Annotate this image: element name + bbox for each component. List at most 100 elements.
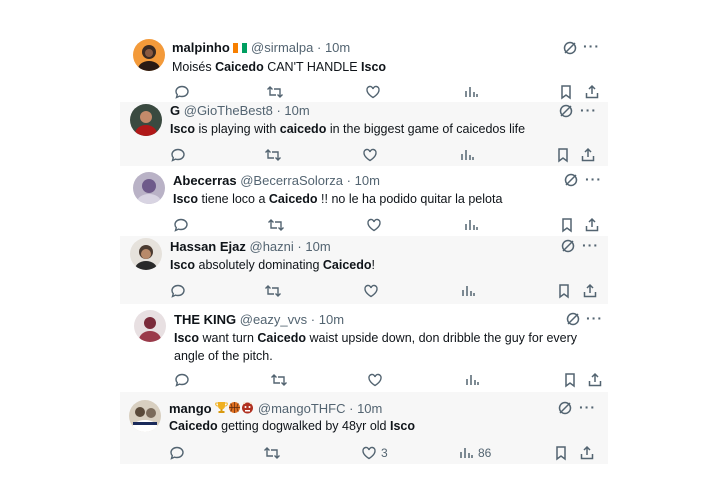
- like-button[interactable]: [362, 146, 382, 164]
- timestamp[interactable]: 10m: [305, 239, 330, 254]
- timestamp[interactable]: 10m: [325, 40, 350, 55]
- views-button[interactable]: [463, 216, 483, 234]
- more-icon[interactable]: ···: [586, 311, 603, 325]
- avatar[interactable]: [130, 104, 162, 136]
- views-button[interactable]: [463, 83, 483, 101]
- reply-button[interactable]: [174, 83, 190, 101]
- like-button[interactable]: [367, 371, 387, 389]
- retweet-button[interactable]: [263, 444, 281, 462]
- display-name[interactable]: mango: [169, 401, 212, 416]
- bookmark-button[interactable]: [562, 371, 578, 389]
- display-name[interactable]: THE KING: [174, 312, 236, 327]
- bookmark-icon: [555, 147, 571, 163]
- share-button[interactable]: [584, 83, 600, 101]
- like-button[interactable]: 3: [361, 444, 388, 462]
- bookmark-button[interactable]: [558, 83, 574, 101]
- grok-icon[interactable]: [563, 172, 579, 188]
- like-button[interactable]: [365, 83, 385, 101]
- reply-icon: [169, 445, 185, 461]
- tweet-card[interactable]: Abecerras @BecerraSolorza · 10m Isco tie…: [120, 166, 608, 236]
- tweet-card[interactable]: mango @mangoTHFC · 10m Caicedo getting d…: [120, 392, 608, 464]
- retweet-button[interactable]: [266, 83, 284, 101]
- handle[interactable]: @sirmalpa: [251, 40, 313, 55]
- handle[interactable]: @GioTheBest8: [184, 103, 273, 118]
- share-button[interactable]: [584, 216, 600, 234]
- share-button[interactable]: [580, 146, 596, 164]
- separator: ·: [310, 312, 316, 327]
- tweet-card[interactable]: malpinho @sirmalpa · 10m Moisés Caicedo …: [120, 28, 608, 102]
- avatar[interactable]: [134, 310, 166, 342]
- like-icon: [362, 147, 378, 163]
- views-button[interactable]: 86: [458, 444, 491, 462]
- more-icon[interactable]: ···: [585, 172, 602, 186]
- share-button[interactable]: [587, 371, 603, 389]
- display-name[interactable]: malpinho: [172, 40, 230, 55]
- bookmark-button[interactable]: [553, 444, 569, 462]
- more-icon[interactable]: ···: [583, 39, 600, 53]
- retweet-button[interactable]: [264, 282, 282, 300]
- grok-icon[interactable]: [557, 400, 573, 416]
- highlighted-name: Isco: [389, 419, 415, 433]
- reply-button[interactable]: [173, 216, 189, 234]
- highlighted-name: Caicedo: [257, 331, 307, 345]
- bookmark-button[interactable]: [556, 282, 572, 300]
- tweet-text: Isco is playing with caicedo in the bigg…: [170, 120, 590, 138]
- views-button[interactable]: [459, 146, 479, 164]
- display-name[interactable]: Hassan Ejaz: [170, 239, 246, 254]
- highlighted-name: Isco: [170, 258, 196, 272]
- more-icon[interactable]: ···: [582, 238, 599, 252]
- handle[interactable]: @BecerraSolorza: [240, 173, 343, 188]
- retweet-icon: [264, 147, 282, 163]
- retweet-button[interactable]: [264, 146, 282, 164]
- reply-button[interactable]: [174, 371, 190, 389]
- share-button[interactable]: [579, 444, 595, 462]
- grok-icon[interactable]: [558, 103, 574, 119]
- tweet-header: G @GioTheBest8 · 10m: [170, 103, 310, 118]
- timestamp[interactable]: 10m: [284, 103, 309, 118]
- bookmark-icon: [553, 445, 569, 461]
- grok-icon[interactable]: [565, 311, 581, 327]
- retweet-icon: [270, 372, 288, 388]
- share-button[interactable]: [582, 282, 598, 300]
- tweet-card[interactable]: Hassan Ejaz @hazni · 10m Isco absolutely…: [120, 236, 608, 304]
- reply-button[interactable]: [170, 282, 186, 300]
- avatar[interactable]: [133, 172, 165, 204]
- like-button[interactable]: [363, 282, 383, 300]
- grok-icon[interactable]: [560, 238, 576, 254]
- tweet-card[interactable]: THE KING @eazy_vvs · 10m Isco want turn …: [120, 304, 608, 392]
- reply-button[interactable]: [169, 444, 185, 462]
- handle[interactable]: @hazni: [250, 239, 294, 254]
- bookmark-button[interactable]: [555, 146, 571, 164]
- more-icon[interactable]: ···: [580, 103, 597, 117]
- share-icon: [580, 147, 596, 163]
- timestamp[interactable]: 10m: [357, 401, 382, 416]
- handle[interactable]: @eazy_vvs: [240, 312, 307, 327]
- highlighted-name: Caicedo: [169, 419, 218, 433]
- retweet-button[interactable]: [270, 371, 288, 389]
- like-icon: [363, 283, 379, 299]
- retweet-icon: [266, 84, 284, 100]
- handle[interactable]: @mangoTHFC: [258, 401, 346, 416]
- tweet-card[interactable]: G @GioTheBest8 · 10m Isco is playing wit…: [120, 102, 608, 166]
- timestamp[interactable]: 10m: [355, 173, 380, 188]
- views-button[interactable]: [460, 282, 480, 300]
- like-count: 3: [381, 446, 388, 460]
- retweet-button[interactable]: [267, 216, 285, 234]
- like-icon: [361, 445, 377, 461]
- display-name[interactable]: G: [170, 103, 180, 118]
- views-button[interactable]: [464, 371, 484, 389]
- avatar[interactable]: [130, 238, 162, 270]
- avatar[interactable]: [133, 39, 165, 71]
- bookmark-button[interactable]: [559, 216, 575, 234]
- avatar[interactable]: [129, 400, 161, 432]
- highlighted-name: Isco: [174, 331, 200, 345]
- grok-icon[interactable]: [562, 40, 578, 56]
- separator: ·: [349, 401, 354, 416]
- highlighted-name: Isco: [361, 60, 387, 74]
- display-name[interactable]: Abecerras: [173, 173, 237, 188]
- like-button[interactable]: [366, 216, 386, 234]
- more-icon[interactable]: ···: [579, 400, 596, 414]
- timestamp[interactable]: 10m: [319, 312, 344, 327]
- reply-button[interactable]: [170, 146, 186, 164]
- views-icon: [463, 217, 479, 233]
